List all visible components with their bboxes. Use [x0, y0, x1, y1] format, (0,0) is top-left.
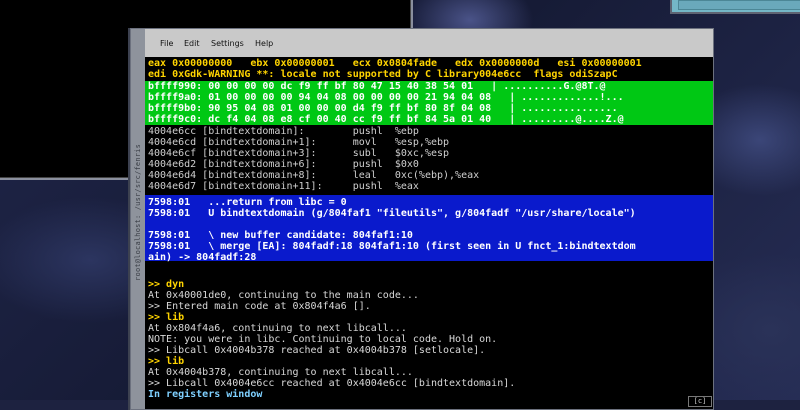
- console-output: At 0x4004b378, continuing to next libcal…: [148, 367, 413, 378]
- menu-help[interactable]: Help: [255, 39, 273, 48]
- console-command: >> lib: [148, 312, 185, 323]
- disasm-row: 4004e6cf [bindtextdomain+3]: subl $0xc,%…: [148, 148, 450, 159]
- memory-dump-row: bffff9a0: 01 00 00 00 00 94 04 08 00 00 …: [148, 92, 624, 103]
- terminal-content[interactable]: eax 0x00000000 ebx 0x00000001 ecx 0x0804…: [145, 57, 713, 409]
- console-command: >> dyn: [148, 279, 185, 290]
- console-output: >> Libcall 0x4004b378 reached at 0x4004b…: [148, 345, 486, 356]
- disasm-row: 4004e6cc [bindtextdomain]: pushl %ebp: [148, 126, 419, 137]
- trace-row: 7598:01 U bindtextdomain (g/804faf1 "fil…: [148, 208, 636, 219]
- disasm-row: 4004e6cd [bindtextdomain+1]: movl %esp,%…: [148, 137, 450, 148]
- trace-row: 7598:01 ...return from libc = 0: [148, 197, 347, 208]
- menu-bar: File Edit Settings Help: [145, 29, 713, 58]
- window-side-title: root@localhost: /usr/src/fenris: [134, 144, 142, 281]
- fenris-terminal-window[interactable]: root@localhost: /usr/src/fenris File Edi…: [130, 28, 714, 410]
- window-side-titlebar[interactable]: root@localhost: /usr/src/fenris: [131, 29, 146, 409]
- trace-row: ain) -> 804fadf:28: [148, 252, 257, 263]
- disasm-row: 4004e6d2 [bindtextdomain+6]: pushl $0x0: [148, 159, 419, 170]
- menu-settings[interactable]: Settings: [211, 39, 244, 48]
- console-output: At 0x40001de0, continuing to the main co…: [148, 290, 419, 301]
- memory-dump-row: bffff990: 00 00 00 00 dc f9 ff bf 80 47 …: [148, 81, 606, 92]
- register-row: edi 0xGdk-WARNING **: locale not support…: [148, 69, 618, 80]
- tray-window[interactable]: [670, 0, 800, 14]
- scroll-button[interactable]: [c]: [688, 396, 712, 407]
- menu-edit[interactable]: Edit: [184, 39, 200, 48]
- tray-window-inner: [678, 0, 800, 10]
- memory-dump-row: bffff9c0: dc f4 04 08 e8 cf 00 40 cc f9 …: [148, 114, 624, 125]
- memory-dump-row: bffff9b0: 90 95 04 08 01 00 00 00 d4 f9 …: [148, 103, 618, 114]
- menu-file[interactable]: File: [160, 39, 173, 48]
- trace-row: 7598:01 \ merge [EA]: 804fadf:18 804faf1…: [148, 241, 636, 252]
- status-line: In registers window: [148, 389, 263, 400]
- console-output: >> Entered main code at 0x804f4a6 [].: [148, 301, 371, 312]
- console-output: At 0x804f4a6, continuing to next libcall…: [148, 323, 407, 334]
- disasm-row: 4004e6d4 [bindtextdomain+8]: leal 0xc(%e…: [148, 170, 480, 181]
- console-command: >> lib: [148, 356, 185, 367]
- trace-row: 7598:01 \ new buffer candidate: 804faf1:…: [148, 230, 413, 241]
- console-output: NOTE: you were in libc. Continuing to lo…: [148, 334, 498, 345]
- console-output: >> Libcall 0x4004e6cc reached at 0x4004e…: [148, 378, 516, 389]
- disasm-row: 4004e6d7 [bindtextdomain+11]: pushl %eax: [148, 181, 419, 192]
- register-row: eax 0x00000000 ebx 0x00000001 ecx 0x0804…: [148, 58, 642, 69]
